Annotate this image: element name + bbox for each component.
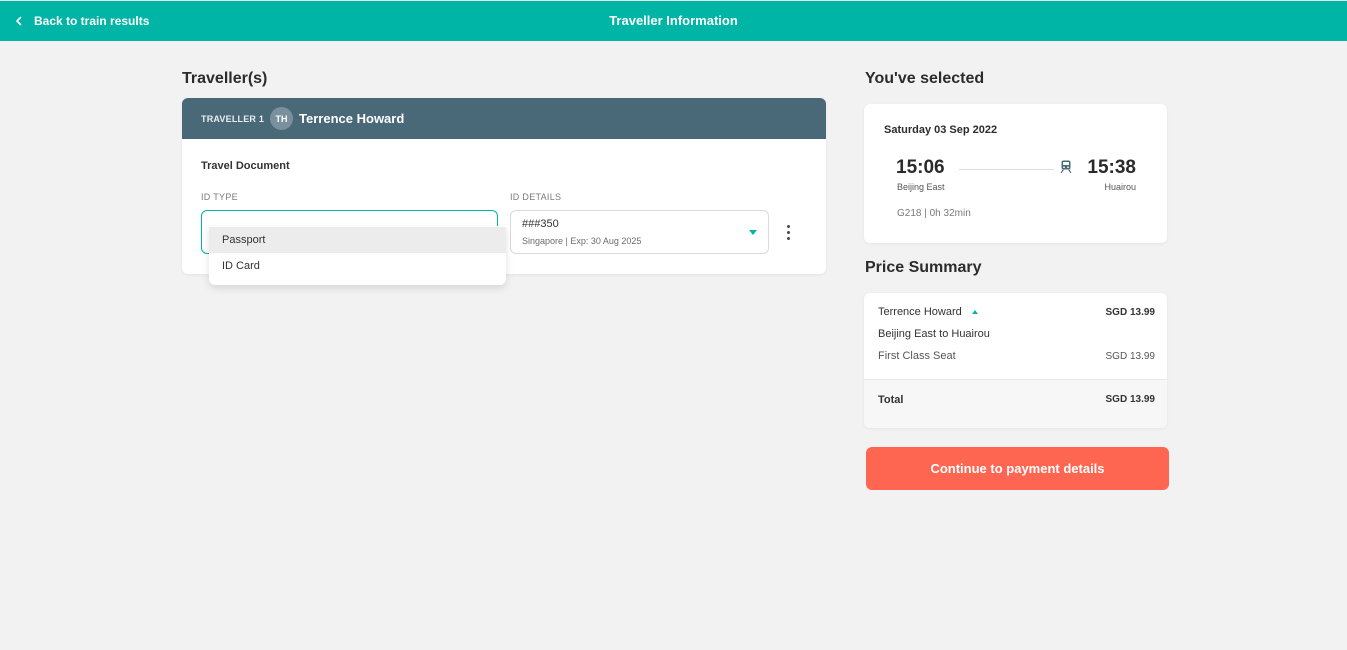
kebab-dot: [786, 230, 790, 234]
traveller-header: TRAVELLER 1 TH Terrence Howard: [182, 98, 826, 139]
traveller-price-toggle[interactable]: Terrence Howard: [878, 306, 978, 318]
traveller-name: Terrence Howard: [299, 111, 405, 126]
traveller-tag: TRAVELLER 1: [201, 113, 265, 124]
train-icon: [1060, 160, 1072, 173]
travellers-section-title: Traveller(s): [182, 70, 268, 87]
kebab-menu-icon[interactable]: [782, 220, 794, 244]
id-type-label: ID TYPE: [201, 192, 238, 202]
kebab-dot: [786, 236, 790, 240]
train-info: G218 | 0h 32min: [897, 208, 971, 219]
travel-document-title: Travel Document: [201, 160, 290, 172]
top-bar: Back to train results Traveller Informat…: [0, 0, 1347, 41]
dropdown-option-id-card[interactable]: ID Card: [209, 253, 506, 279]
arrival-time: 15:38: [1087, 157, 1136, 178]
id-meta: Singapore | Exp: 30 Aug 2025: [522, 236, 642, 246]
traveller-price-row: Terrence Howard SGD 13.99: [878, 306, 1155, 318]
departure-time: 15:06: [896, 157, 945, 178]
id-details-select[interactable]: ###350 Singapore | Exp: 30 Aug 2025: [510, 210, 769, 254]
route-label: Beijing East to Huairou: [878, 328, 990, 340]
selected-section-title: You've selected: [865, 70, 985, 87]
chevron-up-icon[interactable]: [971, 310, 978, 314]
seat-row: First Class Seat SGD 13.99: [878, 350, 1155, 362]
total-section: Total SGD 13.99: [864, 379, 1167, 428]
traveller-price-amount: SGD 13.99: [1105, 306, 1155, 318]
total-amount: SGD 13.99: [1105, 394, 1155, 405]
seat-amount: SGD 13.99: [1105, 350, 1155, 362]
page-title: Traveller Information: [609, 13, 738, 28]
selected-trip-card: Saturday 03 Sep 2022 15:06 Beijing East …: [864, 104, 1167, 243]
traveller-price-name: Terrence Howard: [878, 306, 962, 318]
continue-to-payment-button[interactable]: Continue to payment details: [866, 447, 1169, 490]
price-summary-title: Price Summary: [865, 259, 982, 276]
departure-station: Beijing East: [897, 182, 945, 192]
kebab-dot: [786, 224, 790, 228]
route-row: Beijing East to Huairou: [878, 328, 1155, 340]
trip-date: Saturday 03 Sep 2022: [884, 124, 998, 136]
arrival-station: Huairou: [1104, 182, 1136, 192]
route-line: [959, 169, 1054, 170]
dropdown-option-passport[interactable]: Passport: [209, 227, 506, 253]
id-number: ###350: [522, 218, 559, 230]
id-type-dropdown: Passport ID Card: [209, 226, 506, 285]
avatar: TH: [270, 107, 294, 130]
total-row: Total SGD 13.99: [878, 394, 1155, 406]
caret-down-icon: [749, 230, 757, 235]
id-details-label: ID DETAILS: [510, 192, 562, 202]
seat-class-label: First Class Seat: [878, 350, 956, 362]
total-label: Total: [878, 394, 904, 406]
price-summary-card: Terrence Howard SGD 13.99 Beijing East t…: [864, 293, 1167, 428]
